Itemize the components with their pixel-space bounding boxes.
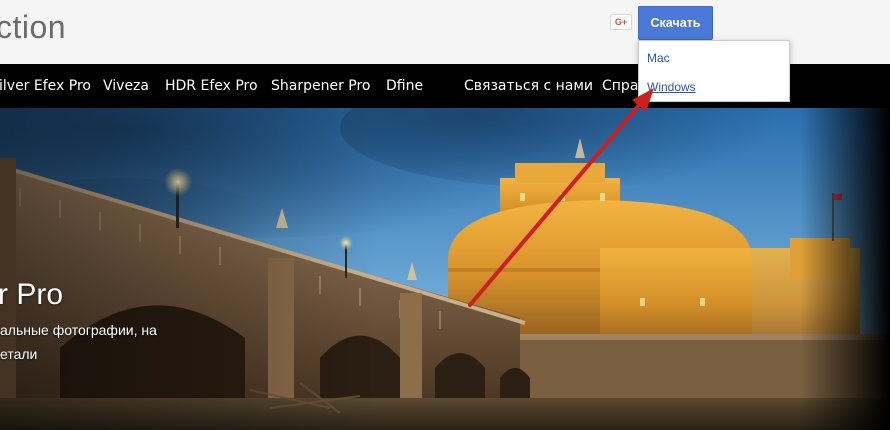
download-dropdown-menu: Mac Windows	[638, 40, 790, 102]
download-button[interactable]: Скачать	[638, 6, 713, 40]
hero-image-castle-bridge	[0, 108, 890, 430]
dropdown-item-mac[interactable]: Mac	[647, 51, 670, 65]
hero-banner: r Pro альные фотографии, на етали	[0, 108, 890, 430]
nav-item-dfine[interactable]: Dfine	[386, 64, 423, 108]
nav-item-silver-efex-pro[interactable]: ilver Efex Pro	[0, 64, 91, 108]
nav-item-sharpener-pro[interactable]: Sharpener Pro	[271, 64, 371, 108]
hero-title: r Pro	[0, 278, 64, 311]
google-plus-share-icon[interactable]: G+	[610, 14, 632, 30]
dropdown-item-windows[interactable]: Windows	[647, 80, 696, 94]
hero-description-line-1: альные фотографии, на	[0, 322, 157, 338]
brand-title[interactable]: ction	[0, 9, 66, 46]
nav-item-viveza[interactable]: Viveza	[103, 64, 149, 108]
nav-item-hdr-efex-pro[interactable]: HDR Efex Pro	[165, 64, 258, 108]
nav-item-contact[interactable]: Связаться с нами	[464, 64, 593, 108]
hero-description-line-2: етали	[0, 346, 38, 362]
